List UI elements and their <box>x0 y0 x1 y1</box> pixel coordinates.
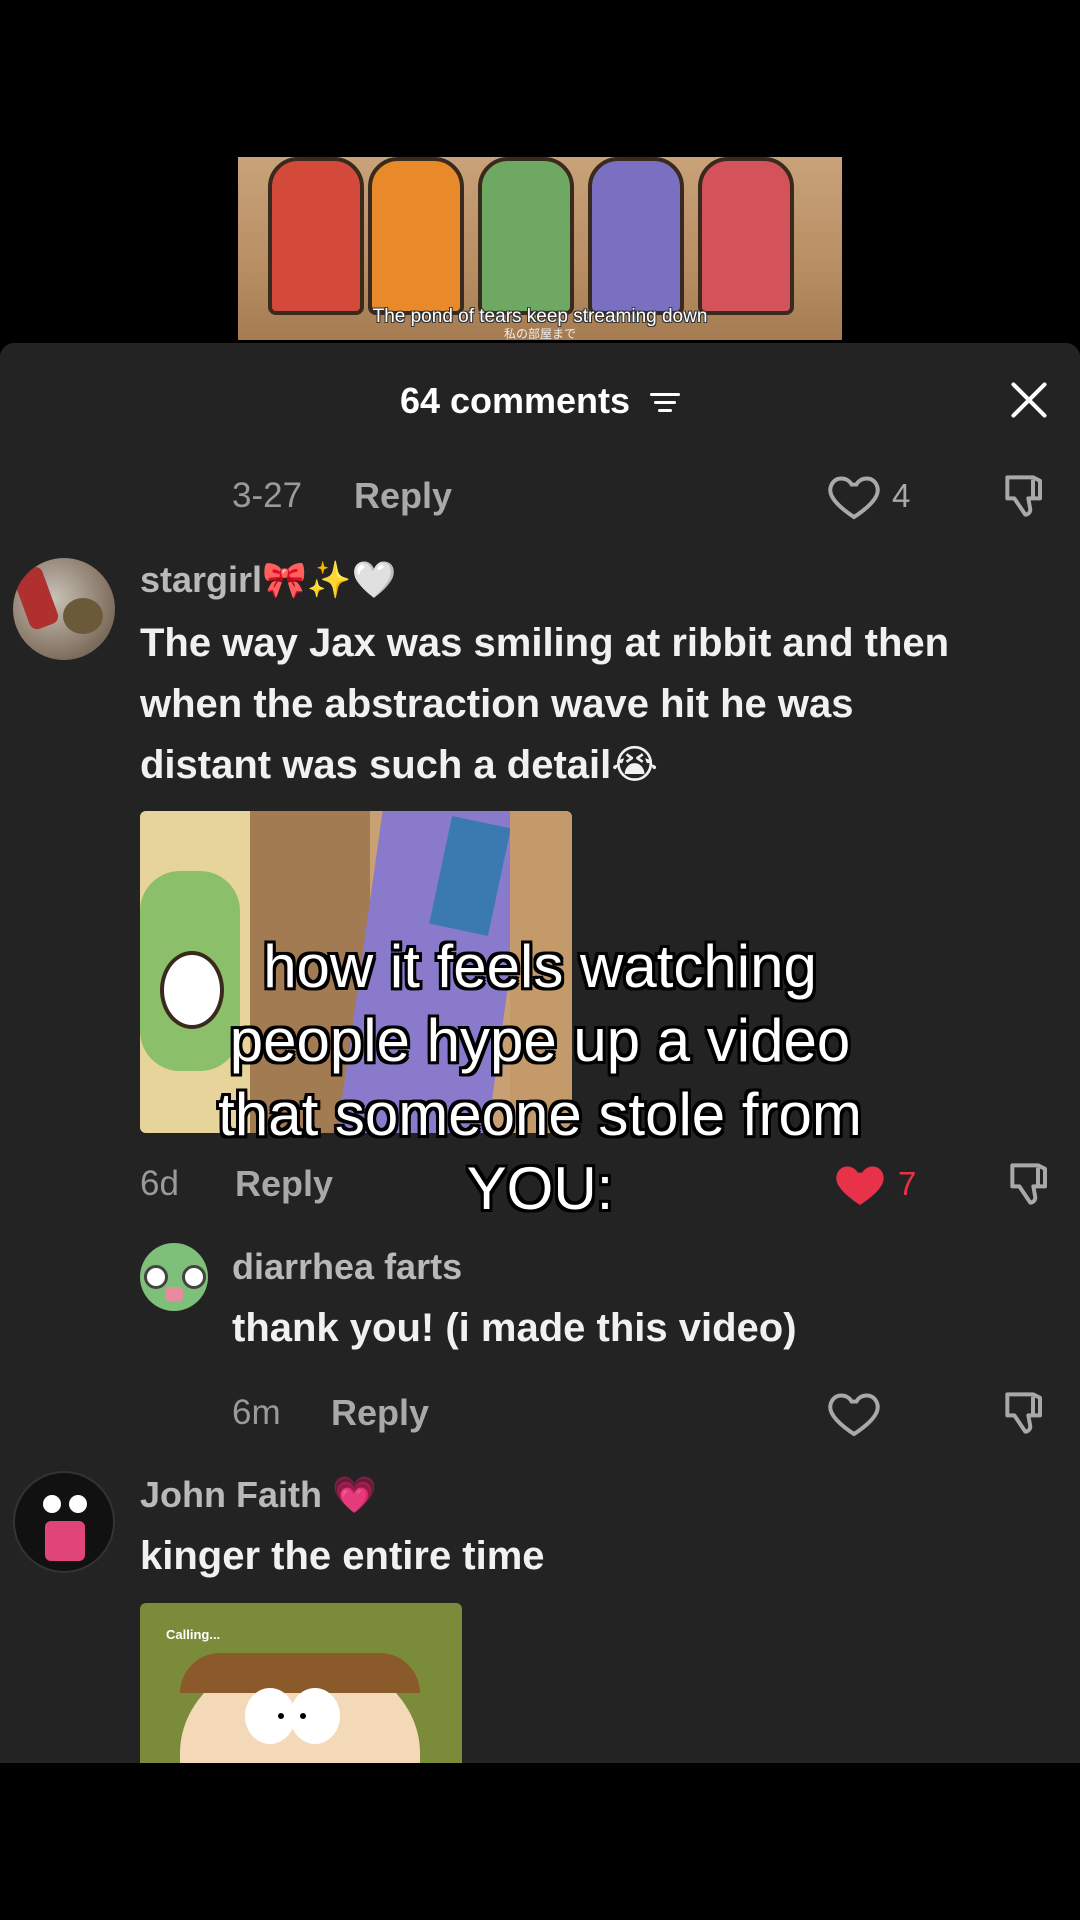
video-frame[interactable]: The pond of tears keep streaming down 私の… <box>238 157 842 340</box>
dislike-icon[interactable] <box>1003 1156 1059 1212</box>
heart-icon[interactable] <box>826 468 882 524</box>
overlay-caption-line: YOU: <box>466 1155 614 1222</box>
comment-text-line: The way Jax was smiling at ribbit and th… <box>140 621 950 665</box>
overlay-caption-line: that someone stole from <box>218 1081 862 1148</box>
comment-text: kinger the entire time <box>140 1534 545 1578</box>
cartoon-figure <box>478 157 574 315</box>
attachment-caption: Calling... <box>166 1627 221 1642</box>
reply-text: thank you! (i made this video) <box>232 1306 797 1350</box>
avatar[interactable] <box>140 1243 208 1311</box>
reply-date: 3-27 <box>232 476 303 515</box>
overlay-caption: how it feels watching people hype up a v… <box>140 930 940 1226</box>
overlay-caption-line: how it feels watching <box>263 933 817 1000</box>
comment-attachment-image[interactable]: Calling... <box>140 1603 462 1763</box>
sort-filter-icon[interactable] <box>650 390 681 416</box>
avatar[interactable] <box>13 558 115 660</box>
cartoon-figure <box>268 157 364 315</box>
dislike-icon[interactable] <box>998 1385 1054 1441</box>
dislike-icon[interactable] <box>998 468 1054 524</box>
reply-button[interactable]: Reply <box>354 475 452 517</box>
comment-username[interactable]: stargirl🎀✨🤍 <box>140 559 397 601</box>
close-icon[interactable] <box>1008 379 1050 421</box>
cartoon-figure <box>588 157 684 315</box>
bottom-bar <box>0 1763 1080 1920</box>
overlay-caption-line: people hype up a video <box>229 1007 851 1074</box>
comment-username[interactable]: John Faith 💗 <box>140 1474 377 1516</box>
like-count: 4 <box>892 477 911 514</box>
comments-count: 64 comments <box>399 380 631 421</box>
comment-text-line: distant was such a detail😭 <box>140 743 658 787</box>
reply-username[interactable]: diarrhea farts <box>232 1246 462 1288</box>
video-subtitle-jp: 私の部屋まで <box>503 327 576 340</box>
reply-age: 6m <box>232 1393 281 1432</box>
heart-icon[interactable] <box>826 1385 882 1441</box>
cartoon-figure <box>698 157 794 315</box>
reply-button[interactable]: Reply <box>331 1392 429 1434</box>
avatar[interactable] <box>13 1471 115 1573</box>
comments-header[interactable]: 64 comments <box>0 380 1080 422</box>
comment-text-line: when the abstraction wave hit he was <box>140 682 854 726</box>
cartoon-figure <box>368 157 464 315</box>
